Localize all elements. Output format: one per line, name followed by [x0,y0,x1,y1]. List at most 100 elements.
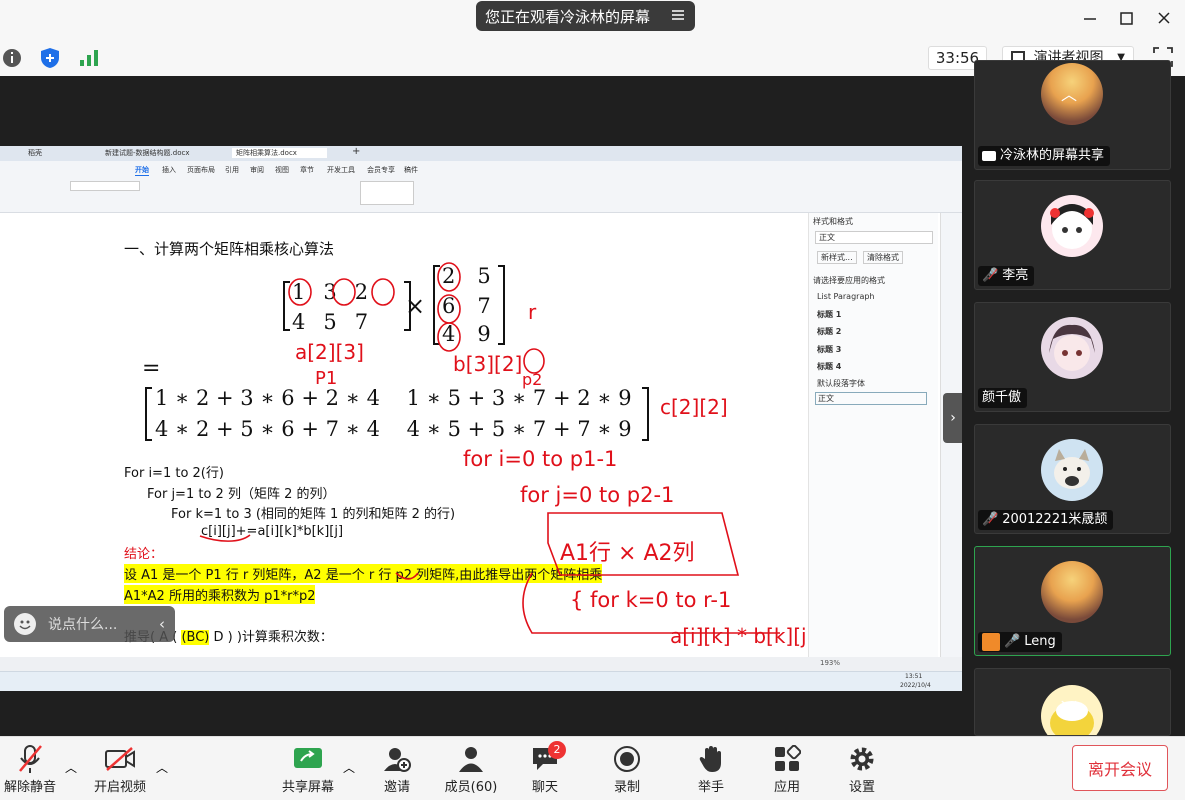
raise-hand-button[interactable]: 举手 [671,744,751,795]
video-options-chevron-up-icon[interactable]: ︿ [156,759,168,776]
add-tab-icon[interactable]: + [352,146,360,157]
apps-button[interactable]: 应用 [747,744,827,795]
style-item[interactable]: 标题 2 [817,326,841,337]
maximize-icon[interactable] [1119,10,1135,31]
participant-tile[interactable]: 🎤̸ 李亮 [974,180,1171,290]
ribbon-tab[interactable]: 审阅 [250,165,264,175]
close-icon[interactable] [1156,10,1172,31]
style-gallery[interactable] [360,181,414,205]
raise-hand-label: 举手 [697,780,724,795]
user-icon [982,633,1000,651]
style-item[interactable]: 默认段落字体 [817,378,865,389]
participant-name: 🎤 Leng [978,632,1062,652]
ribbon-tab[interactable]: 视图 [275,165,289,175]
audio-options-chevron-up-icon[interactable]: ︿ [65,759,77,776]
screen-share-banner[interactable]: 您正在观看冷泳林的屏幕 [476,1,695,31]
font-name-select[interactable] [70,181,140,191]
styles-pane: 样式和格式 正文 新样式... 清除格式 请选择要应用的格式 List Para… [808,213,938,657]
members-label: 成员(60) [444,780,498,795]
new-style-button[interactable]: 新样式... [817,251,857,264]
participant-tile[interactable]: ︿ 冷泳林的屏幕共享 [974,60,1171,170]
collapse-sidebar-button[interactable]: › [943,393,963,443]
ink-for-j: for j=0 to p2-1 [520,483,675,507]
participant-label: 20012221米晟颉 [1002,512,1108,527]
ribbon-tab[interactable]: 会员专享 [367,165,395,175]
doc-tab[interactable]: 新建试题-数据结构题.docx [105,148,189,158]
participant-label: 李亮 [1002,268,1029,283]
taskbar-time: 13:51 [905,673,923,680]
clear-format-button[interactable]: 清除格式 [863,251,903,264]
record-button[interactable]: 录制 [587,744,667,795]
gear-icon [822,744,902,774]
style-item[interactable]: List Paragraph [817,292,875,301]
ribbon-tab[interactable]: 稿件 [404,165,418,175]
chat-label: 聊天 [531,780,558,795]
hand-icon [671,744,751,774]
menu-icon[interactable] [671,8,685,26]
taskbar-date: 2022/10/4 [900,682,931,689]
ink-a-dims: a[2][3] [295,340,364,364]
start-video-button[interactable]: 开启视频 [80,744,160,795]
ribbon-tab[interactable]: 插入 [162,165,176,175]
unmute-button[interactable]: 解除静音 [0,744,70,795]
emoji-icon[interactable] [14,613,36,635]
video-off-icon [80,744,160,774]
invite-label: 邀请 [383,780,410,795]
avatar [1041,195,1103,257]
ribbon-tab[interactable]: 开始 [135,165,149,176]
styles-pane-title: 样式和格式 [813,217,853,226]
avatar [1041,561,1103,623]
ribbon-tab[interactable]: 页面布局 [187,165,215,175]
chevron-down-icon[interactable]: ﹀ [1061,695,1077,719]
ribbon-tab[interactable]: 章节 [300,165,314,175]
style-item[interactable]: 标题 3 [817,344,841,355]
doc-tab-active[interactable]: 矩阵相乘算法.docx [232,148,327,158]
participant-tile[interactable]: 🎤̸ 20012221米晟颉 [974,424,1171,534]
info-icon[interactable] [2,48,22,72]
quick-chat-box[interactable]: 说点什么... ‹ [4,606,175,642]
ribbon-tab[interactable]: 引用 [225,165,239,175]
share-screen-icon [268,744,348,774]
chevron-right-icon: › [950,410,956,426]
mic-muted-icon [0,744,70,774]
style-item[interactable]: 标题 1 [817,309,841,320]
mic-muted-icon: 🎤̸ [982,512,999,527]
invite-button[interactable]: 邀请 [357,744,437,795]
chevron-up-icon[interactable]: ︿ [1061,81,1077,105]
share-screen-button[interactable]: 共享屏幕 [268,744,348,795]
zoom-level[interactable]: 193% [820,659,840,667]
leave-meeting-button[interactable]: 离开会议 [1072,745,1168,791]
signal-strength-icon[interactable] [79,49,99,71]
ink-p1: P1 [315,368,338,389]
ribbon-tab[interactable]: 开发工具 [327,165,355,175]
security-shield-icon[interactable] [39,47,61,73]
minimize-icon[interactable] [1082,10,1098,31]
current-style-select[interactable]: 正文 [815,231,933,244]
settings-button[interactable]: 设置 [822,744,902,795]
document-tabs: 稻壳 新建试题-数据结构题.docx 矩阵相乘算法.docx + [0,146,962,161]
mic-muted-icon: 🎤̸ [982,268,999,283]
mic-icon: 🎤 [1004,634,1021,649]
participant-name: 🎤̸ 李亮 [978,266,1035,286]
ribbon: 开始 插入 页面布局 引用 审阅 视图 章节 开发工具 会员专享 稿件 [0,161,962,213]
style-item[interactable]: 标题 4 [817,361,841,372]
participant-tile[interactable]: ﹀ [974,668,1171,736]
avatar [1041,317,1103,379]
style-item-selected[interactable]: 正文 [815,392,927,405]
participant-name: 冷泳林的屏幕共享 [978,146,1111,166]
chevron-left-icon[interactable]: ‹ [159,615,165,633]
participant-label: 冷泳林的屏幕共享 [1000,148,1105,163]
share-label: 共享屏幕 [281,780,334,795]
share-options-chevron-up-icon[interactable]: ︿ [343,759,355,776]
participant-tile[interactable]: 颜千傲 [974,302,1171,412]
ink-for-i: for i=0 to p1-1 [463,447,618,471]
share-banner-text: 您正在观看冷泳林的屏幕 [485,7,651,26]
unmute-label: 解除静音 [3,780,56,795]
chat-button[interactable]: 聊天 [505,744,585,795]
members-button[interactable]: 成员(60) [431,744,511,795]
doc-tab[interactable]: 稻壳 [28,148,42,158]
ink-for-k: { for k=0 to r-1 [570,588,732,612]
style-list-label: 请选择要应用的格式 [813,276,885,285]
ink-c-dims: c[2][2] [660,395,728,419]
participant-tile-active[interactable]: 🎤 Leng [974,546,1171,656]
